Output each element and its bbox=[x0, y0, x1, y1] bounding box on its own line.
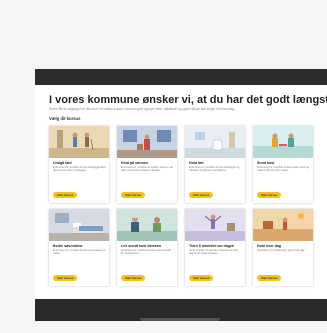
course-description: Et kursus om, hvordan du kan sove bedre … bbox=[53, 249, 106, 256]
course-title: Undgå fald bbox=[53, 161, 72, 165]
start-course-button[interactable]: Start kursus bbox=[189, 275, 214, 281]
course-grid: Undgå fald Et kursus om, hvordan du kan … bbox=[49, 126, 315, 286]
outdoor-illustration bbox=[253, 209, 313, 241]
page-subtitle: Derfor får du adgang til et tilbud om en… bbox=[49, 107, 236, 111]
warm-home-illustration bbox=[117, 126, 177, 158]
course-title: Hold hver dag bbox=[257, 244, 281, 248]
course-card[interactable]: Hold tæt Et kursus om, hvordan du kan fo… bbox=[185, 126, 245, 203]
start-course-button[interactable]: Start kursus bbox=[121, 275, 146, 281]
start-course-button[interactable]: Start kursus bbox=[53, 275, 78, 281]
start-course-button[interactable]: Start kursus bbox=[257, 192, 282, 198]
course-title: Hold på varmen bbox=[121, 161, 148, 165]
people-illustration bbox=[117, 209, 177, 241]
course-card[interactable]: Træn 5 minutter om dagen Korte øvelser, … bbox=[185, 209, 245, 286]
bedroom-illustration bbox=[49, 209, 109, 241]
exercise-illustration bbox=[185, 209, 245, 241]
walking-illustration bbox=[49, 126, 109, 158]
start-course-button[interactable]: Start kursus bbox=[257, 275, 282, 281]
course-title: Træn 5 minutter om dagen bbox=[189, 244, 235, 248]
page-title: I vores kommune ønsker vi, at du har det… bbox=[49, 94, 327, 106]
laptop-bezel-top bbox=[35, 69, 327, 85]
bathroom-illustration bbox=[185, 126, 245, 158]
course-description: Korte øvelser, du kan lave derhjemme hve… bbox=[189, 249, 239, 256]
course-description: Et kursus om, hvordan du kan spise sundt… bbox=[257, 166, 309, 173]
section-label: Vælg dit kursus bbox=[49, 116, 81, 121]
course-card[interactable]: Hold på varmen Et kursus om, hvordan du … bbox=[117, 126, 177, 203]
laptop-notch bbox=[140, 318, 220, 321]
course-title: Lev sundt med demens bbox=[121, 244, 161, 248]
mockup-stage: I vores kommune ønsker vi, at du har det… bbox=[0, 0, 327, 333]
course-title: Hold tæt bbox=[189, 161, 204, 165]
course-card[interactable]: Lev sundt med demens Et kursus om, hvord… bbox=[117, 209, 177, 286]
course-card[interactable]: Bedre søvnrutine Et kursus om, hvordan d… bbox=[49, 209, 109, 286]
course-description: Inspiration til at holde dig i gang hver… bbox=[257, 249, 306, 252]
start-course-button[interactable]: Start kursus bbox=[121, 192, 146, 198]
kitchen-illustration bbox=[253, 126, 313, 158]
course-description: Et kursus om, hvordan du holder varmen i… bbox=[121, 166, 173, 173]
course-card[interactable]: Hold hver dag Inspiration til at holde d… bbox=[253, 209, 313, 286]
course-title: Sund kost bbox=[257, 161, 275, 165]
start-course-button[interactable]: Start kursus bbox=[189, 192, 214, 198]
course-description: Et kursus om, hvordan du kan forebygge f… bbox=[53, 166, 106, 173]
course-description: Et kursus om, hvordan du kan leve et sun… bbox=[121, 249, 171, 256]
course-title: Bedre søvnrutine bbox=[53, 244, 83, 248]
course-card[interactable]: Undgå fald Et kursus om, hvordan du kan … bbox=[49, 126, 109, 203]
course-description: Et kursus om, hvordan du kan forebygge o… bbox=[189, 166, 240, 173]
course-card[interactable]: Sund kost Et kursus om, hvordan du kan s… bbox=[253, 126, 313, 203]
laptop-screen: I vores kommune ønsker vi, at du har det… bbox=[35, 85, 327, 299]
start-course-button[interactable]: Start kursus bbox=[53, 192, 78, 198]
